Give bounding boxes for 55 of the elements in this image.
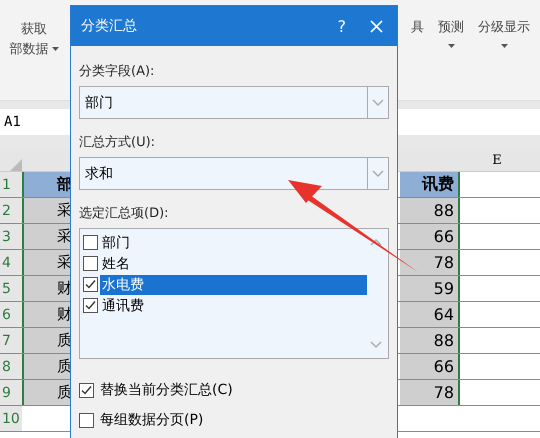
field-label: 分类字段(A):	[79, 63, 156, 80]
close-icon[interactable]	[370, 20, 383, 32]
ribbon-label[interactable]: 部数据	[10, 40, 48, 58]
function-dropdown[interactable]: 求和	[79, 157, 389, 190]
table-cell: 质	[22, 380, 72, 405]
table-cell: 财	[22, 276, 72, 301]
row-header[interactable]: 8	[0, 354, 22, 379]
table-cell: 财	[22, 302, 72, 327]
checkbox[interactable]	[83, 256, 98, 271]
ribbon-label[interactable]: 获取	[21, 20, 47, 38]
row-header[interactable]: 7	[0, 328, 22, 353]
row-header[interactable]: 3	[0, 224, 22, 249]
table-cell: 64	[400, 302, 460, 327]
ribbon-button[interactable]: 分级显示	[478, 18, 530, 36]
table-cell: 采	[22, 250, 72, 275]
list-item[interactable]: 通讯费	[100, 296, 367, 316]
table-cell: 采	[22, 198, 72, 223]
row-header[interactable]: 1	[0, 172, 22, 197]
dialog-title: 分类汇总	[81, 17, 138, 35]
help-button[interactable]: ?	[338, 16, 346, 36]
table-cell: 质	[22, 328, 72, 353]
list-item[interactable]: 水电费	[100, 274, 367, 294]
field-label: 汇总方式(U):	[79, 134, 156, 151]
table-cell: 78	[400, 380, 460, 405]
row-header[interactable]: 2	[0, 198, 22, 223]
scroll-up-icon[interactable]	[370, 238, 382, 246]
table-cell: 66	[400, 224, 460, 249]
row-header[interactable]: 9	[0, 380, 22, 405]
table-cell: 88	[400, 328, 460, 353]
checkbox[interactable]	[79, 382, 94, 398]
row-header[interactable]: 6	[0, 302, 22, 327]
checkbox[interactable]	[83, 235, 98, 250]
list-item[interactable]: 姓名	[100, 254, 367, 274]
checkbox-label[interactable]: 每组数据分页(P)	[100, 411, 204, 429]
name-box[interactable]: A1	[4, 114, 21, 130]
list-item[interactable]: 部门	[100, 232, 367, 252]
table-cell: 59	[400, 276, 460, 301]
ribbon-button[interactable]: 具	[411, 18, 424, 36]
table-cell: 88	[400, 198, 460, 223]
table-cell: 66	[400, 354, 460, 379]
table-cell: 78	[400, 250, 460, 275]
table-cell: 讯费	[400, 172, 460, 197]
group-by-dropdown[interactable]: 部门	[79, 86, 389, 119]
row-header[interactable]: 10	[0, 406, 22, 431]
checkbox[interactable]	[83, 277, 98, 292]
checkbox-label[interactable]: 替换当前分类汇总(C)	[100, 381, 233, 399]
ribbon-button[interactable]: 预测	[438, 18, 464, 36]
checkbox[interactable]	[83, 298, 98, 313]
column-header[interactable]: E	[454, 149, 540, 171]
row-header[interactable]: 5	[0, 276, 22, 301]
table-cell: 质	[22, 354, 72, 379]
table-cell: 采	[22, 224, 72, 249]
checkbox[interactable]	[79, 412, 94, 428]
row-header[interactable]: 4	[0, 250, 22, 275]
field-label: 选定汇总项(D):	[79, 205, 170, 222]
